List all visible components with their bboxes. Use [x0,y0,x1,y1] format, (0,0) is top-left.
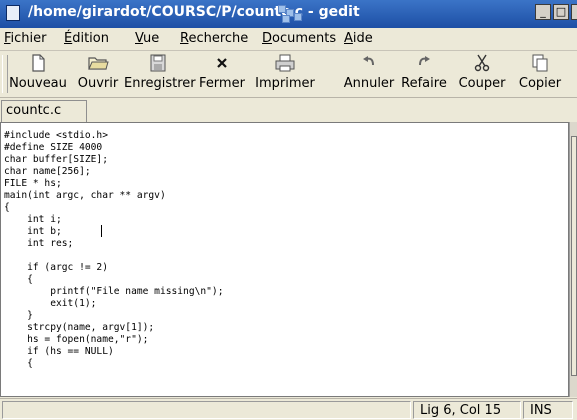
copy-icon [532,54,548,72]
menu-aide[interactable]: Aide [344,31,373,46]
status-bar: Lig 6, Col 15 INS [0,398,577,420]
maximize-button[interactable]: □ [553,4,569,20]
gedit-window: /home/girardot/COURSC/P/countc.c - gedit… [0,0,577,420]
menu-bar: Fichier Édition Vue Recherche Documents … [0,28,577,51]
cursor-position: Lig 6, Col 15 [413,401,521,419]
close-icon [217,58,227,68]
menu-fichier[interactable]: Fichier [4,31,47,46]
printer-icon [275,54,295,72]
menu-documents[interactable]: Documents [262,31,336,46]
new-document-icon [32,54,45,72]
open-folder-icon [88,57,109,70]
close-window-button[interactable] [571,4,577,20]
window-title: /home/girardot/COURSC/P/countc.c - gedit [28,4,360,20]
cut-button[interactable]: Couper [454,53,510,95]
text-editor[interactable]: #include <stdio.h> #define SIZE 4000 cha… [0,122,569,397]
redo-icon [419,56,430,66]
document-tabs: countc.c [0,98,577,122]
redo-button[interactable]: Refaire [396,53,452,95]
gedit-logo-icon [278,5,306,23]
new-button[interactable]: Nouveau [6,53,70,95]
copy-button[interactable]: Copier [512,53,568,95]
save-floppy-icon [150,54,166,72]
scissors-icon [474,54,490,72]
code-text[interactable]: #include <stdio.h> #define SIZE 4000 cha… [4,130,224,370]
insert-mode: INS [523,401,573,419]
document-icon [6,5,20,21]
open-button[interactable]: Ouvrir [72,53,124,95]
undo-icon [363,56,374,66]
menu-recherche[interactable]: Recherche [180,31,248,46]
close-button[interactable]: Fermer [192,53,252,95]
minimize-button[interactable]: _ [535,4,551,20]
title-bar[interactable]: /home/girardot/COURSC/P/countc.c - gedit… [0,0,577,28]
tab-countc[interactable]: countc.c [1,100,87,122]
menu-vue[interactable]: Vue [135,31,159,46]
status-message [2,401,411,419]
menu-edition[interactable]: Édition [64,31,109,46]
tab-label: countc.c [6,103,62,118]
window-controls: _ □ [535,4,577,20]
scrollbar-thumb[interactable] [571,136,577,376]
save-button[interactable]: Enregistrer [124,53,196,95]
text-cursor [101,225,102,237]
vertical-scrollbar[interactable] [569,122,577,397]
toolbar: Nouveau Ouvrir Enregistrer Fermer Imprim… [0,51,577,98]
undo-button[interactable]: Annuler [338,53,400,95]
print-button[interactable]: Imprimer [254,53,316,95]
